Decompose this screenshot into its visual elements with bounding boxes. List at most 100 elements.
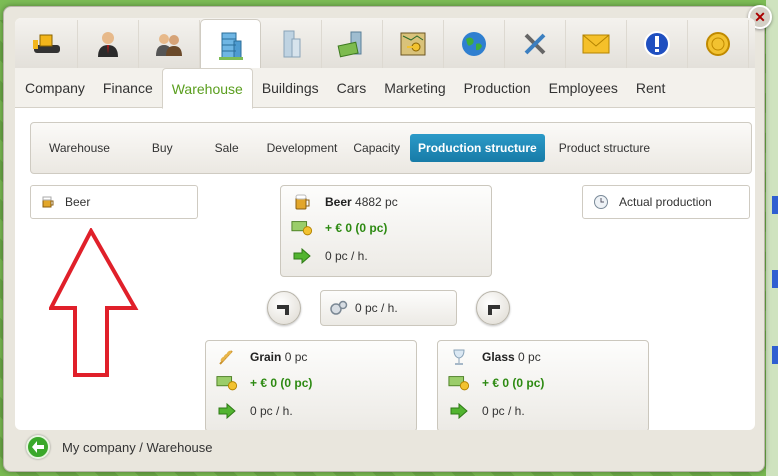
input-title: Glass 0 pc (448, 348, 541, 366)
side-marker (772, 346, 778, 364)
input-card-glass: Glass 0 pc + € 0 (0 pc) 0 pc / h. (437, 340, 649, 430)
green-arrow-icon (291, 247, 313, 265)
money-building-icon (337, 31, 362, 58)
window-content: Company Finance Warehouse Buildings Cars… (15, 18, 755, 430)
tab-warehouse[interactable] (200, 19, 261, 69)
back-arrow-icon (32, 441, 44, 453)
input-title: Grain 0 pc (216, 348, 307, 366)
subnav-sale[interactable]: Sale (207, 134, 247, 162)
output-rate-row: 0 pc / h. (291, 247, 368, 265)
production-rate-box: 0 pc / h. (320, 290, 457, 326)
tools-icon (524, 33, 546, 55)
side-marker (772, 196, 778, 214)
input-qty: 0 pc (284, 350, 308, 364)
pipe-left-icon (277, 305, 289, 315)
product-select-label: Beer (65, 195, 91, 209)
pipe-right-button[interactable] (476, 291, 510, 325)
input-rate-row: 0 pc / h. (216, 402, 293, 420)
businessman-icon (98, 32, 118, 57)
subnav-development[interactable]: Development (259, 134, 346, 162)
tab-production[interactable]: Production (455, 68, 540, 108)
green-arrow-icon (216, 402, 238, 420)
wine-glass-icon (448, 348, 470, 366)
money-coins-icon (216, 374, 238, 392)
output-product-card: Beer 4882 pc + € 0 (0 pc) 0 pc / h. (280, 185, 492, 277)
side-marker (772, 270, 778, 288)
pipe-right-icon (488, 305, 500, 315)
money-coins-icon (448, 374, 470, 392)
subnav-production-structure[interactable]: Production structure (410, 134, 545, 162)
input-rate: 0 pc / h. (250, 404, 293, 418)
info-icon (644, 31, 670, 57)
tab-office-building[interactable] (261, 20, 322, 68)
people-icon (156, 34, 182, 56)
tab-money-building[interactable] (322, 20, 383, 68)
subnav-product-structure[interactable]: Product structure (551, 134, 658, 162)
tab-marketing[interactable]: Marketing (375, 68, 454, 108)
warehouse-building-icon (218, 32, 243, 60)
input-qty: 0 pc (518, 350, 541, 364)
mail-icon (582, 34, 610, 54)
tab-globe[interactable] (444, 20, 505, 68)
subnav-capacity[interactable]: Capacity (345, 134, 408, 162)
tab-employees[interactable]: Employees (540, 68, 627, 108)
tab-mail[interactable] (566, 20, 627, 68)
actual-production-button[interactable]: Actual production (582, 185, 750, 219)
subnav-buy[interactable]: Buy (144, 134, 181, 162)
input-money-row: + € 0 (0 pc) (216, 374, 312, 392)
output-product-qty: 4882 pc (355, 195, 398, 209)
tab-people[interactable] (139, 20, 200, 68)
input-money-row: + € 0 (0 pc) (448, 374, 544, 392)
bulldozer-icon (33, 34, 60, 53)
green-arrow-icon (448, 402, 470, 420)
tab-coin[interactable] (688, 20, 749, 68)
subnav-warehouse[interactable]: Warehouse (41, 134, 118, 162)
back-button[interactable] (26, 435, 50, 459)
output-money: + € 0 (0 pc) (325, 221, 388, 235)
money-coins-icon (291, 219, 313, 237)
company-window: ✕ Company Finance Warehouse Buildings Ca… (3, 5, 772, 472)
beer-mug-icon (42, 196, 54, 208)
production-rate: 0 pc / h. (355, 301, 398, 315)
tab-map-key[interactable] (383, 20, 444, 68)
input-card-grain: Grain 0 pc + € 0 (0 pc) 0 pc / h. (205, 340, 417, 430)
tab-finance[interactable]: Finance (94, 68, 162, 108)
input-name: Grain (250, 350, 282, 364)
icon-tab-bar (15, 18, 755, 69)
output-product-name: Beer (325, 195, 352, 209)
gears-icon (330, 300, 348, 315)
product-select[interactable]: Beer (30, 185, 198, 219)
tab-rent[interactable]: Rent (627, 68, 675, 108)
coin-icon (706, 32, 730, 56)
output-money-row: + € 0 (0 pc) (291, 219, 387, 237)
map-key-icon (400, 32, 426, 56)
tab-info[interactable] (627, 20, 688, 68)
beer-mug-icon (291, 193, 313, 211)
tab-company[interactable]: Company (16, 68, 94, 108)
input-name: Glass (482, 350, 515, 364)
input-rate-row: 0 pc / h. (448, 402, 525, 420)
output-rate: 0 pc / h. (325, 249, 368, 263)
red-up-arrow-annotation (49, 228, 139, 377)
output-product-title: Beer 4882 pc (291, 193, 398, 211)
input-money: + € 0 (0 pc) (250, 376, 313, 390)
main-tab-bar: Company Finance Warehouse Buildings Cars… (15, 67, 755, 109)
grain-icon (216, 348, 238, 366)
tab-cars[interactable]: Cars (328, 68, 376, 108)
input-money: + € 0 (0 pc) (482, 376, 545, 390)
tab-warehouse-text[interactable]: Warehouse (161, 67, 253, 109)
actual-production-label: Actual production (619, 195, 712, 209)
tab-bulldozer[interactable] (17, 20, 78, 68)
tab-businessman[interactable] (78, 20, 139, 68)
warehouse-subnav: Warehouse Buy Sale Development Capacity … (30, 122, 752, 174)
tab-tools[interactable] (505, 20, 566, 68)
breadcrumb-text: My company / Warehouse (62, 439, 213, 455)
globe-icon (462, 32, 486, 56)
tab-buildings[interactable]: Buildings (253, 68, 328, 108)
game-side-panel (766, 0, 778, 476)
pipe-left-button[interactable] (267, 291, 301, 325)
breadcrumb: My company / Warehouse (26, 435, 213, 459)
clock-icon (594, 195, 608, 209)
input-rate: 0 pc / h. (482, 404, 525, 418)
office-building-icon (283, 30, 301, 58)
